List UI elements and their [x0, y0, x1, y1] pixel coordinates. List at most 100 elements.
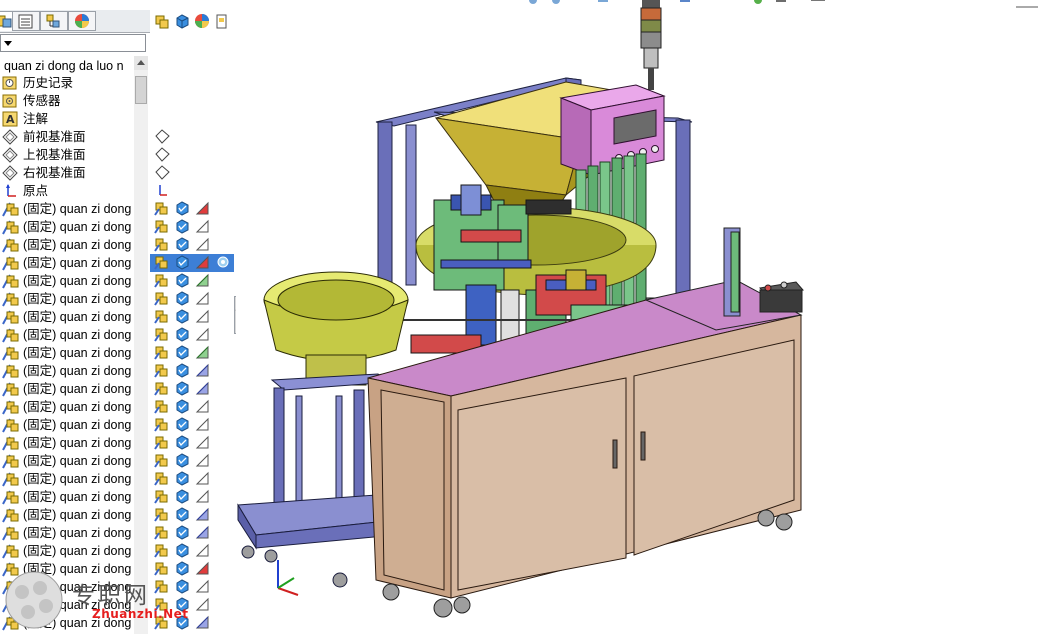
cube-display-icon — [175, 327, 190, 342]
tree-item-label: (固定) quan zi dong — [23, 418, 132, 432]
tree-item[interactable]: (固定) quan zi dong — [0, 200, 150, 218]
component-column-icon — [155, 15, 169, 29]
tree-root-assembly[interactable]: quan zi dong da luo n — [4, 58, 124, 74]
tree-column-row[interactable] — [150, 308, 234, 326]
tree-column-row[interactable] — [150, 182, 234, 200]
display-manager-icon — [75, 14, 89, 28]
component-icon — [2, 507, 19, 523]
component-icon — [2, 417, 19, 433]
scroll-up-arrow-icon[interactable] — [134, 56, 148, 70]
tree-item[interactable]: (固定) quan zi dong — [0, 416, 150, 434]
tree-item[interactable]: 右视基准面 — [0, 164, 150, 182]
tree-column-row[interactable] — [150, 344, 234, 362]
cube-display-icon — [175, 237, 190, 252]
cube-display-icon — [175, 489, 190, 504]
tree-item[interactable]: (固定) quan zi dong — [0, 380, 150, 398]
component-icon — [2, 345, 19, 361]
heads-up-toolbar[interactable] — [529, 0, 825, 4]
tree-column-row[interactable] — [150, 164, 234, 182]
tree-item[interactable]: (固定) quan zi dong — [0, 398, 150, 416]
tree-column-row[interactable] — [150, 128, 234, 146]
tree-item[interactable]: (固定) quan zi dong — [0, 218, 150, 236]
graphics-viewport[interactable] — [236, 0, 1041, 634]
tree-item-label: (固定) quan zi dong — [23, 238, 132, 252]
tree-item[interactable]: 历史记录 — [0, 74, 150, 92]
tree-item[interactable]: (固定) quan zi dong — [0, 434, 150, 452]
plane-state-icon — [155, 147, 170, 162]
tree-column-row[interactable] — [150, 254, 234, 272]
tree-item[interactable]: (固定) quan zi dong — [0, 272, 150, 290]
component-state-icon — [154, 345, 169, 360]
tree-item[interactable]: (固定) quan zi dong — [0, 506, 150, 524]
tree-item[interactable]: (固定) quan zi dong — [0, 308, 150, 326]
tree-column-row[interactable] — [150, 200, 234, 218]
tab-property-manager[interactable] — [12, 11, 40, 31]
plane-icon — [2, 129, 18, 145]
component-state-icon — [154, 417, 169, 432]
tree-item[interactable]: (固定) quan zi dong — [0, 290, 150, 308]
component-state-icon — [154, 309, 169, 324]
tree-column-row[interactable] — [150, 434, 234, 452]
tree-item-label: (固定) quan zi dong — [23, 256, 132, 270]
front-feeder-bowl — [263, 271, 409, 386]
tree-item-label: (固定) quan zi dong — [23, 346, 132, 360]
tree-item[interactable]: (固定) quan zi dong — [0, 470, 150, 488]
tree-column-row[interactable] — [150, 146, 234, 164]
component-state-icon — [154, 255, 169, 270]
component-icon — [2, 309, 19, 325]
tree-column-row[interactable] — [150, 398, 234, 416]
tree-item[interactable]: (固定) quan zi dong — [0, 542, 150, 560]
component-icon — [2, 543, 19, 559]
cube-display-icon — [175, 255, 190, 270]
tree-item[interactable]: (固定) quan zi dong — [0, 362, 150, 380]
tree-item[interactable]: (固定) quan zi dong — [0, 254, 150, 272]
tree-column-row[interactable] — [150, 524, 234, 542]
component-state-icon — [154, 219, 169, 234]
plane-state-icon — [155, 165, 170, 180]
appearance-state-icon — [195, 327, 210, 342]
tree-column-row[interactable] — [150, 362, 234, 380]
tree-item[interactable]: (固定) quan zi dong — [0, 488, 150, 506]
filter-dropdown-icon[interactable] — [4, 41, 12, 46]
tree-column-row[interactable] — [150, 452, 234, 470]
tree-item[interactable]: A 注解 — [0, 110, 150, 128]
tree-filter-input[interactable] — [0, 34, 146, 52]
display-state-column-icon — [216, 14, 227, 29]
tab-configuration-manager[interactable] — [40, 11, 68, 31]
tab-display-manager[interactable] — [68, 11, 96, 31]
component-state-icon — [154, 201, 169, 216]
tree-item-label: (固定) quan zi dong — [23, 526, 132, 540]
cube-display-icon — [175, 309, 190, 324]
tree-column-row[interactable] — [150, 326, 234, 344]
appearance-column-icon — [195, 14, 209, 28]
tree-column-row[interactable] — [150, 416, 234, 434]
tree-item[interactable]: (固定) quan zi dong — [0, 344, 150, 362]
display-state-icon — [214, 255, 229, 270]
origin-state-icon — [155, 183, 170, 198]
tree-column-row[interactable] — [150, 290, 234, 308]
tree-column-row[interactable] — [150, 236, 234, 254]
tree-column-row[interactable] — [150, 488, 234, 506]
tree-item-label: 上视基准面 — [23, 148, 86, 162]
appearance-state-icon — [195, 507, 210, 522]
tree-item[interactable]: (固定) quan zi dong — [0, 236, 150, 254]
component-icon — [2, 525, 19, 541]
tree-column-row[interactable] — [150, 272, 234, 290]
tree-item[interactable]: 原点 — [0, 182, 150, 200]
component-state-icon — [154, 543, 169, 558]
tree-item[interactable]: (固定) quan zi dong — [0, 524, 150, 542]
tree-item[interactable]: 前视基准面 — [0, 128, 150, 146]
tree-item[interactable]: 上视基准面 — [0, 146, 150, 164]
cube-display-icon — [175, 291, 190, 306]
tree-column-row[interactable] — [150, 218, 234, 236]
tree-item[interactable]: 传感器 — [0, 92, 150, 110]
tree-column-row[interactable] — [150, 470, 234, 488]
tree-column-row[interactable] — [150, 506, 234, 524]
component-icon — [2, 237, 19, 253]
tree-item[interactable]: (固定) quan zi dong — [0, 452, 150, 470]
tree-column-row[interactable] — [150, 380, 234, 398]
tree-item[interactable]: (固定) quan zi dong — [0, 326, 150, 344]
component-icon — [2, 453, 19, 469]
tree-column-row[interactable] — [150, 542, 234, 560]
component-state-icon — [154, 525, 169, 540]
